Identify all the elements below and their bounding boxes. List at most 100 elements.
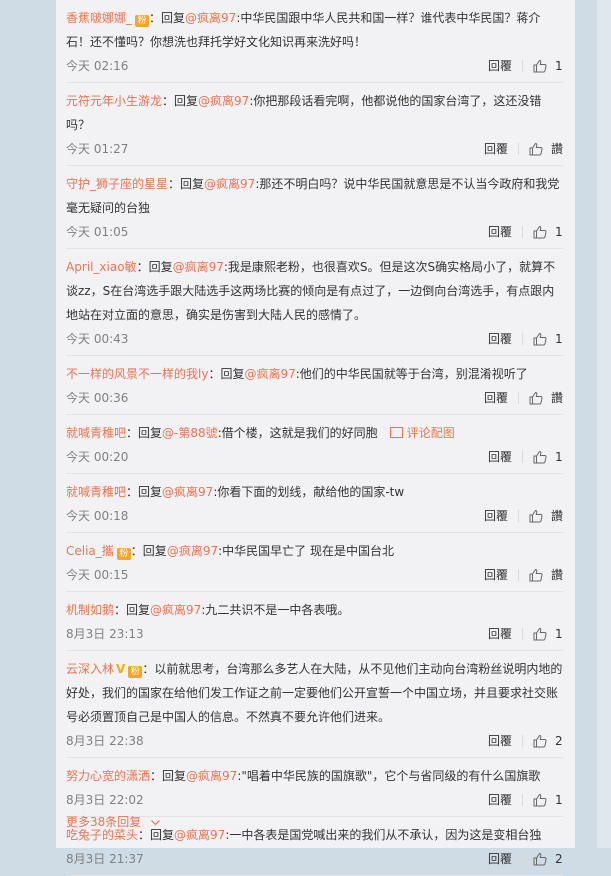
comment-username[interactable]: 不一样的风景不一样的我ly xyxy=(66,367,208,381)
like-button[interactable]: 1 xyxy=(533,445,563,469)
comment-username[interactable]: 机制如鹅 xyxy=(66,603,114,617)
reply-prefix: ：回复 xyxy=(126,426,163,440)
reply-button[interactable]: 回覆 xyxy=(484,386,508,410)
reply-button[interactable]: 回覆 xyxy=(488,445,512,469)
comment-username[interactable]: 努力心宽的潇洒 xyxy=(66,769,150,783)
comment-item: Celia_攜粉：回复@疯离97:中华民国早亡了 现在是中国台北 今天 00:1… xyxy=(66,533,563,592)
like-button[interactable]: 讚 xyxy=(529,137,563,161)
mentioned-user[interactable]: @疯离97 xyxy=(204,177,255,191)
reply-button[interactable]: 回覆 xyxy=(488,729,512,753)
comment-actions: 回覆 讚 xyxy=(484,563,563,587)
divider xyxy=(522,628,523,640)
mentioned-user[interactable]: @疯离97 xyxy=(167,544,218,558)
chevron-down-icon xyxy=(151,815,161,829)
divider xyxy=(517,510,519,522)
reply-button[interactable]: 回覆 xyxy=(488,327,512,351)
reply-button[interactable]: 回覆 xyxy=(488,54,512,78)
divider xyxy=(522,853,523,865)
reply-button[interactable]: 回覆 xyxy=(484,504,508,528)
comment-username[interactable]: 元符元年小生游龙 xyxy=(66,94,162,108)
mentioned-user[interactable]: @疯离97 xyxy=(185,11,236,25)
comment-username[interactable]: 吃兔子的菜头 xyxy=(66,828,138,842)
comment-item: 努力心宽的潇洒：回复@疯离97:"唱着中华民族的国旗歌"，它个与省同级的有什么国… xyxy=(66,758,563,817)
comment-username[interactable]: 就喊青稚吧 xyxy=(66,426,126,440)
comment-time: 8月3日 21:37 xyxy=(66,852,144,866)
mentioned-user[interactable]: @疯离97 xyxy=(186,769,237,783)
mentioned-user[interactable]: @疯离97 xyxy=(150,603,201,617)
comment-item: 就喊青稚吧：回复@疯离97:你看下面的划线，献给他的国家-tw 今天 00:18… xyxy=(66,474,563,533)
reply-button[interactable]: 回覆 xyxy=(484,137,508,161)
comment-username[interactable]: 云深入林 xyxy=(66,662,114,676)
comment-username[interactable]: April_xiao敏 xyxy=(66,260,137,274)
comment-actions: 回覆 1 xyxy=(488,220,563,244)
divider xyxy=(522,451,523,463)
image-icon xyxy=(389,427,403,438)
reply-button[interactable]: 回覆 xyxy=(488,847,512,871)
divider xyxy=(522,226,523,238)
like-button[interactable]: 讚 xyxy=(529,504,563,528)
mentioned-user[interactable]: @-第88號 xyxy=(162,426,218,440)
like-button[interactable]: 1 xyxy=(533,788,563,812)
comment-body: 元符元年小生游龙：回复@疯离97:你把那段话看完啊，他都说他的国家台湾了，这还没… xyxy=(66,89,563,137)
comment-body: 机制如鹅：回复@疯离97:九二共识不是一中各表哦。 xyxy=(66,598,563,622)
reply-prefix: ：回复 xyxy=(208,367,245,381)
like-count: 1 xyxy=(555,59,563,73)
like-button[interactable]: 2 xyxy=(533,847,563,871)
comment-item: 元符元年小生游龙：回复@疯离97:你把那段话看完啊，他都说他的国家台湾了，这还没… xyxy=(66,83,563,166)
thumbs-up-icon xyxy=(529,509,543,523)
like-button[interactable]: 1 xyxy=(533,54,563,78)
comment-body: 努力心宽的潇洒：回复@疯离97:"唱着中华民族的国旗歌"，它个与省同级的有什么国… xyxy=(66,764,563,788)
reply-prefix: ：回复 xyxy=(130,544,167,558)
comment-username[interactable]: Celia_攜 xyxy=(66,544,114,558)
mentioned-user[interactable]: @疯离97 xyxy=(244,367,295,381)
like-count: 讚 xyxy=(550,568,563,582)
like-button[interactable]: 2 xyxy=(533,729,563,753)
comment-time: 今天 01:27 xyxy=(66,142,129,156)
comment-item: 机制如鹅：回复@疯离97:九二共识不是一中各表哦。 8月3日 23:13 回覆 … xyxy=(66,592,563,651)
comment-body: 守护_狮子座的星星：回复@疯离97:那还不明白吗？说中华民国就意思是不认当今政府… xyxy=(66,172,563,220)
like-count: 讚 xyxy=(550,391,563,405)
comment-time: 今天 00:20 xyxy=(66,450,129,464)
like-button[interactable]: 1 xyxy=(533,622,563,646)
comment-actions: 回覆 讚 xyxy=(484,504,563,528)
comment-time: 今天 01:05 xyxy=(66,225,129,239)
comment-body: Celia_攜粉：回复@疯离97:中华民国早亡了 现在是中国台北 xyxy=(66,539,563,563)
like-button[interactable]: 1 xyxy=(533,220,563,244)
fans-badge-icon: 粉 xyxy=(128,666,143,678)
comment-meta: 8月3日 21:37 回覆 2 xyxy=(66,847,563,871)
comment-actions: 回覆 讚 xyxy=(484,386,563,410)
reply-button[interactable]: 回覆 xyxy=(488,788,512,812)
comment-actions: 回覆 1 xyxy=(488,622,563,646)
reply-button[interactable]: 回覆 xyxy=(484,563,508,587)
fans-badge-icon: 粉 xyxy=(135,15,150,27)
comment-image-link[interactable]: 评论配图 xyxy=(389,426,455,440)
thumbs-up-icon xyxy=(529,142,543,156)
comment-text: :九二共识不是一中各表哦。 xyxy=(201,603,350,617)
mentioned-user[interactable]: @疯离97 xyxy=(174,828,225,842)
comment-item: April_xiao敏：回复@疯离97:我是康熙老粉，也很喜欢S。但是这次S确实… xyxy=(66,249,563,356)
reply-prefix: ：回复 xyxy=(149,11,186,25)
like-button[interactable]: 讚 xyxy=(529,386,563,410)
thumbs-up-icon xyxy=(529,391,543,405)
like-count: 2 xyxy=(555,852,563,866)
comment-time: 今天 02:16 xyxy=(66,59,129,73)
like-button[interactable]: 讚 xyxy=(529,563,563,587)
mentioned-user[interactable]: @疯离97 xyxy=(162,485,213,499)
comment-text: :"唱着中华民族的国旗歌"，它个与省同级的有什么国旗歌 xyxy=(237,769,541,783)
more-replies-link[interactable]: 更多38条回复 xyxy=(66,813,161,830)
reply-button[interactable]: 回覆 xyxy=(488,220,512,244)
like-button[interactable]: 1 xyxy=(533,327,563,351)
comment-username[interactable]: 香蕉啵娜娜_ xyxy=(66,11,132,25)
mentioned-user[interactable]: @疯离97 xyxy=(198,94,249,108)
reply-button[interactable]: 回覆 xyxy=(488,622,512,646)
comment-meta: 8月3日 22:02 回覆 1 xyxy=(66,788,563,812)
comment-body: 云深入林 V 粉：以前就思考，台湾那么多艺人在大陆，从不见他们主动向台湾粉丝说明内地… xyxy=(66,657,563,729)
reply-prefix: ：回复 xyxy=(136,260,173,274)
comment-actions: 回覆 1 xyxy=(488,327,563,351)
comment-username[interactable]: 就喊青稚吧 xyxy=(66,485,126,499)
comment-time: 8月3日 23:13 xyxy=(66,627,144,641)
mentioned-user[interactable]: @疯离97 xyxy=(173,260,224,274)
comment-meta: 今天 01:27 回覆 讚 xyxy=(66,137,563,161)
thumbs-up-icon xyxy=(533,332,547,346)
comment-username[interactable]: 守护_狮子座的星星 xyxy=(66,177,168,191)
